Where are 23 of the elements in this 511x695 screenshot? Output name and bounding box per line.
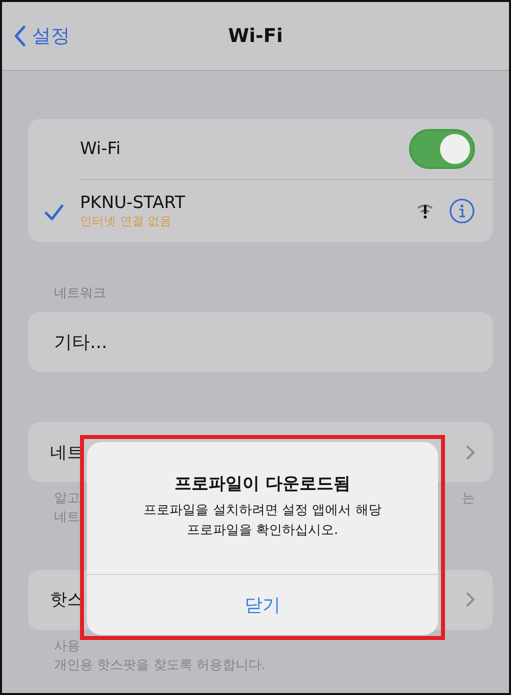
nav-title: Wi-Fi <box>228 25 283 47</box>
alert-title: 프로파일이 다운로드됨 <box>174 473 350 495</box>
section-header: 네트워크 <box>54 285 107 302</box>
other-network-row[interactable]: 기타... <box>28 312 493 372</box>
close-button[interactable]: 닫기 <box>87 575 438 635</box>
chevron-right-icon <box>466 444 475 460</box>
other-network-label: 기타... <box>54 331 108 354</box>
row-description: 사용 <box>54 638 81 656</box>
wifi-warning-icon <box>415 203 435 219</box>
info-icon[interactable] <box>449 198 475 224</box>
alert-message: 프로파일을 설치하려면 설정 앱에서 해당 프로파일을 확인하십시오. <box>144 502 382 540</box>
wifi-toggle[interactable] <box>409 129 475 169</box>
row-description: 개인용 핫스팟을 찾도록 허용합니다. <box>54 656 266 675</box>
back-button[interactable]: 설정 <box>14 23 70 49</box>
row-description: 는 <box>462 490 475 508</box>
wifi-label: Wi-Fi <box>80 139 121 159</box>
row-label: 네트 <box>50 442 84 464</box>
chevron-left-icon <box>14 25 26 47</box>
network-name: PKNU-START <box>80 192 186 212</box>
chevron-right-icon <box>466 592 475 608</box>
row-description: 네트 <box>54 508 80 527</box>
network-status: 인터넷 연결 없음 <box>80 212 173 230</box>
row-description: 알고 <box>54 490 80 508</box>
